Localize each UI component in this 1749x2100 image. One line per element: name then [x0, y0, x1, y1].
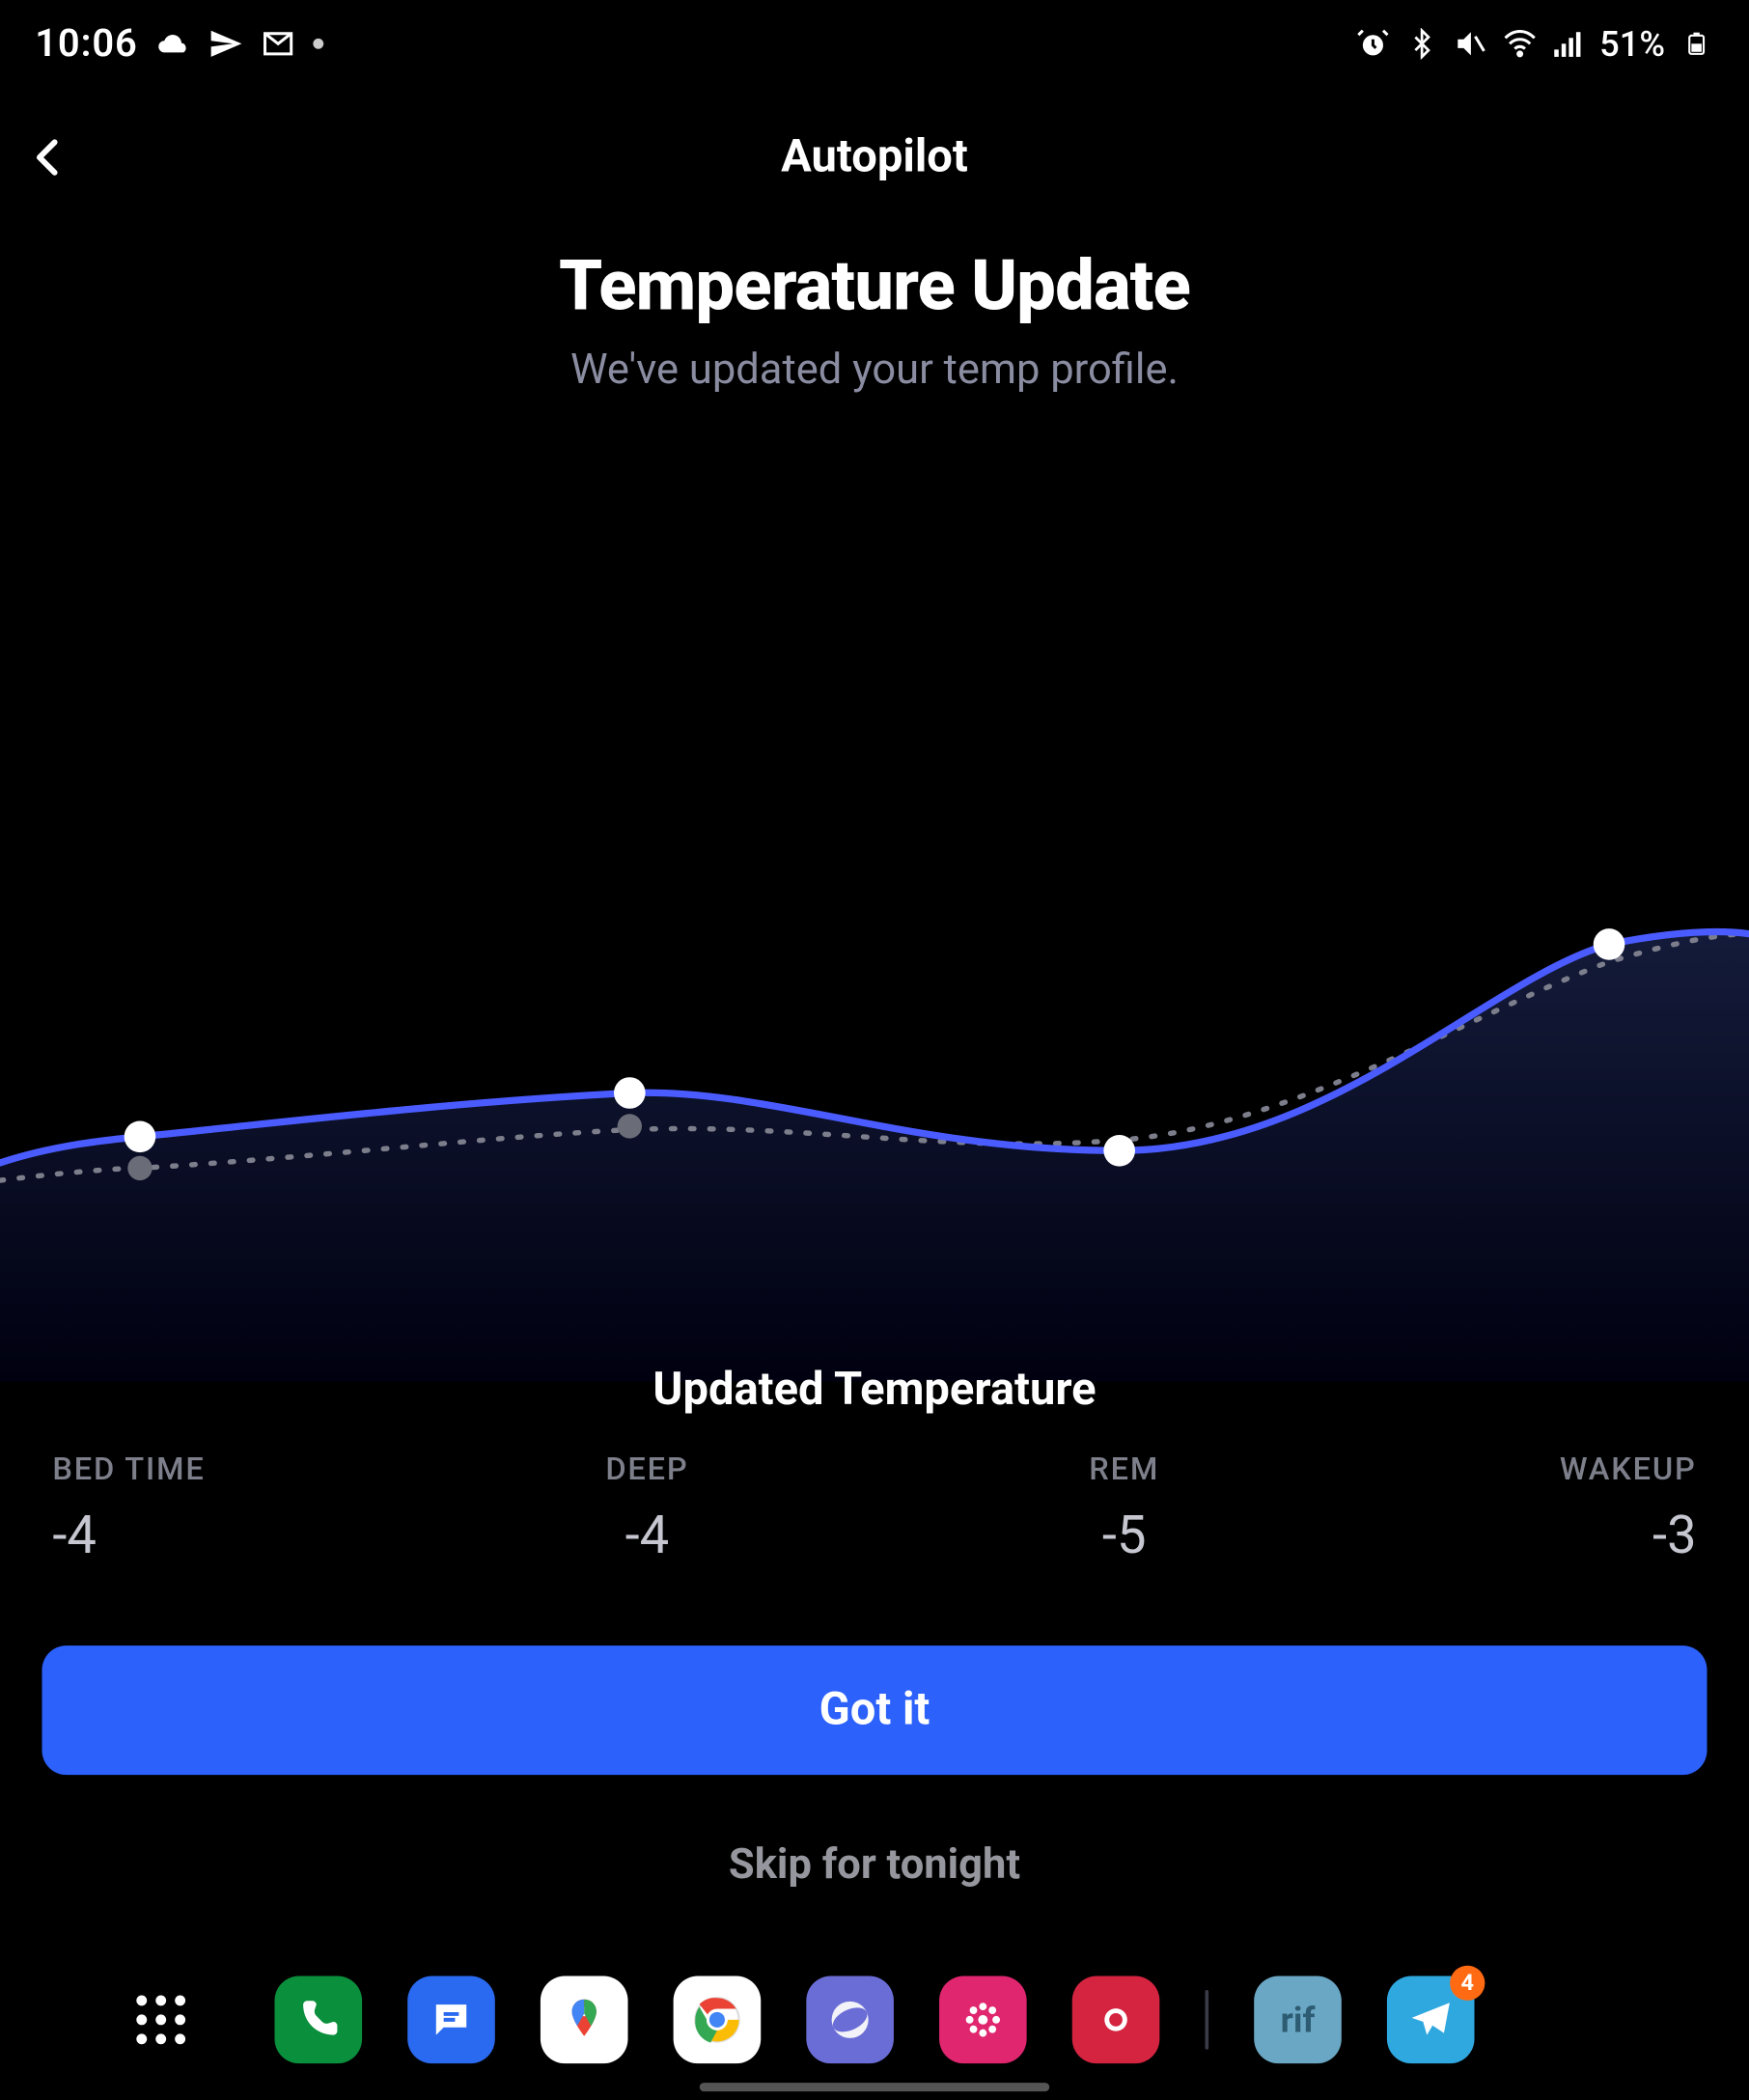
chrome-app-icon[interactable]: [674, 1976, 762, 2064]
page-title: Temperature Update: [0, 245, 1749, 327]
stage-value: -3: [1652, 1506, 1697, 1566]
chart-point: [1594, 928, 1625, 960]
section-title: Updated Temperature: [0, 1364, 1749, 1416]
gallery-app-icon[interactable]: [939, 1976, 1027, 2064]
stage-label: DEEP: [605, 1451, 688, 1488]
status-time: 10:06: [35, 22, 138, 66]
stage-wakeup: WAKEUP -3: [1560, 1451, 1697, 1567]
title-block: Temperature Update We've updated your te…: [0, 245, 1749, 394]
stage-deep: DEEP -4: [605, 1451, 688, 1567]
telegram-app-icon[interactable]: 4: [1387, 1976, 1475, 2064]
phone-app-icon[interactable]: [274, 1976, 362, 2064]
stage-value: -4: [625, 1506, 670, 1566]
secondary-button-label: Skip for tonight: [729, 1839, 1020, 1889]
stage-label: REM: [1089, 1451, 1159, 1488]
primary-button-label: Got it: [819, 1684, 930, 1736]
stage-bedtime: BED TIME -4: [52, 1451, 205, 1567]
dock: rif 4: [0, 1976, 1749, 2064]
send-icon: [208, 26, 242, 61]
chart-point-prev: [127, 1156, 152, 1180]
samsung-internet-app-icon[interactable]: [806, 1976, 894, 2064]
temperature-chart: [0, 822, 1749, 1382]
stage-value: -5: [1102, 1506, 1147, 1566]
messages-app-icon[interactable]: [407, 1976, 495, 2064]
gmail-icon: [261, 26, 295, 61]
chart-point-prev: [618, 1114, 642, 1138]
stage-value: -4: [52, 1506, 97, 1566]
notification-badge: 4: [1450, 1966, 1485, 2001]
skip-button[interactable]: Skip for tonight: [0, 1839, 1749, 1889]
stage-row: BED TIME -4 DEEP -4 REM -5 WAKEUP -3: [52, 1451, 1696, 1567]
more-notifications-dot: [313, 39, 323, 49]
cloud-icon: [155, 26, 190, 61]
page-subtitle: We've updated your temp profile.: [0, 345, 1749, 394]
rif-app-icon[interactable]: rif: [1254, 1976, 1342, 2064]
got-it-button[interactable]: Got it: [42, 1645, 1707, 1775]
mute-icon: [1453, 26, 1487, 61]
dock-separator: [1205, 1990, 1208, 2050]
gesture-bar: [700, 2083, 1049, 2091]
header-title: Autopilot: [781, 131, 968, 183]
alarm-icon: [1354, 26, 1389, 61]
bluetooth-icon: [1403, 26, 1438, 61]
chart-point: [614, 1077, 646, 1109]
camera-app-icon[interactable]: [1072, 1976, 1160, 2064]
battery-icon: [1680, 26, 1714, 61]
signal-icon: [1550, 26, 1585, 61]
wifi-icon: [1502, 26, 1537, 61]
stage-rem: REM -5: [1089, 1451, 1159, 1567]
chart-point: [125, 1120, 156, 1152]
app-drawer-button[interactable]: [136, 1995, 185, 2044]
battery-percent: 51%: [1599, 23, 1665, 65]
maps-app-icon[interactable]: [541, 1976, 628, 2064]
stage-label: BED TIME: [52, 1451, 205, 1488]
chart-area: [0, 932, 1749, 1382]
status-bar: 10:06: [0, 0, 1749, 88]
chevron-left-icon: [26, 135, 71, 180]
stage-label: WAKEUP: [1560, 1451, 1697, 1488]
app-header: Autopilot: [0, 105, 1749, 210]
back-button[interactable]: [14, 123, 83, 192]
chart-point: [1103, 1135, 1135, 1167]
